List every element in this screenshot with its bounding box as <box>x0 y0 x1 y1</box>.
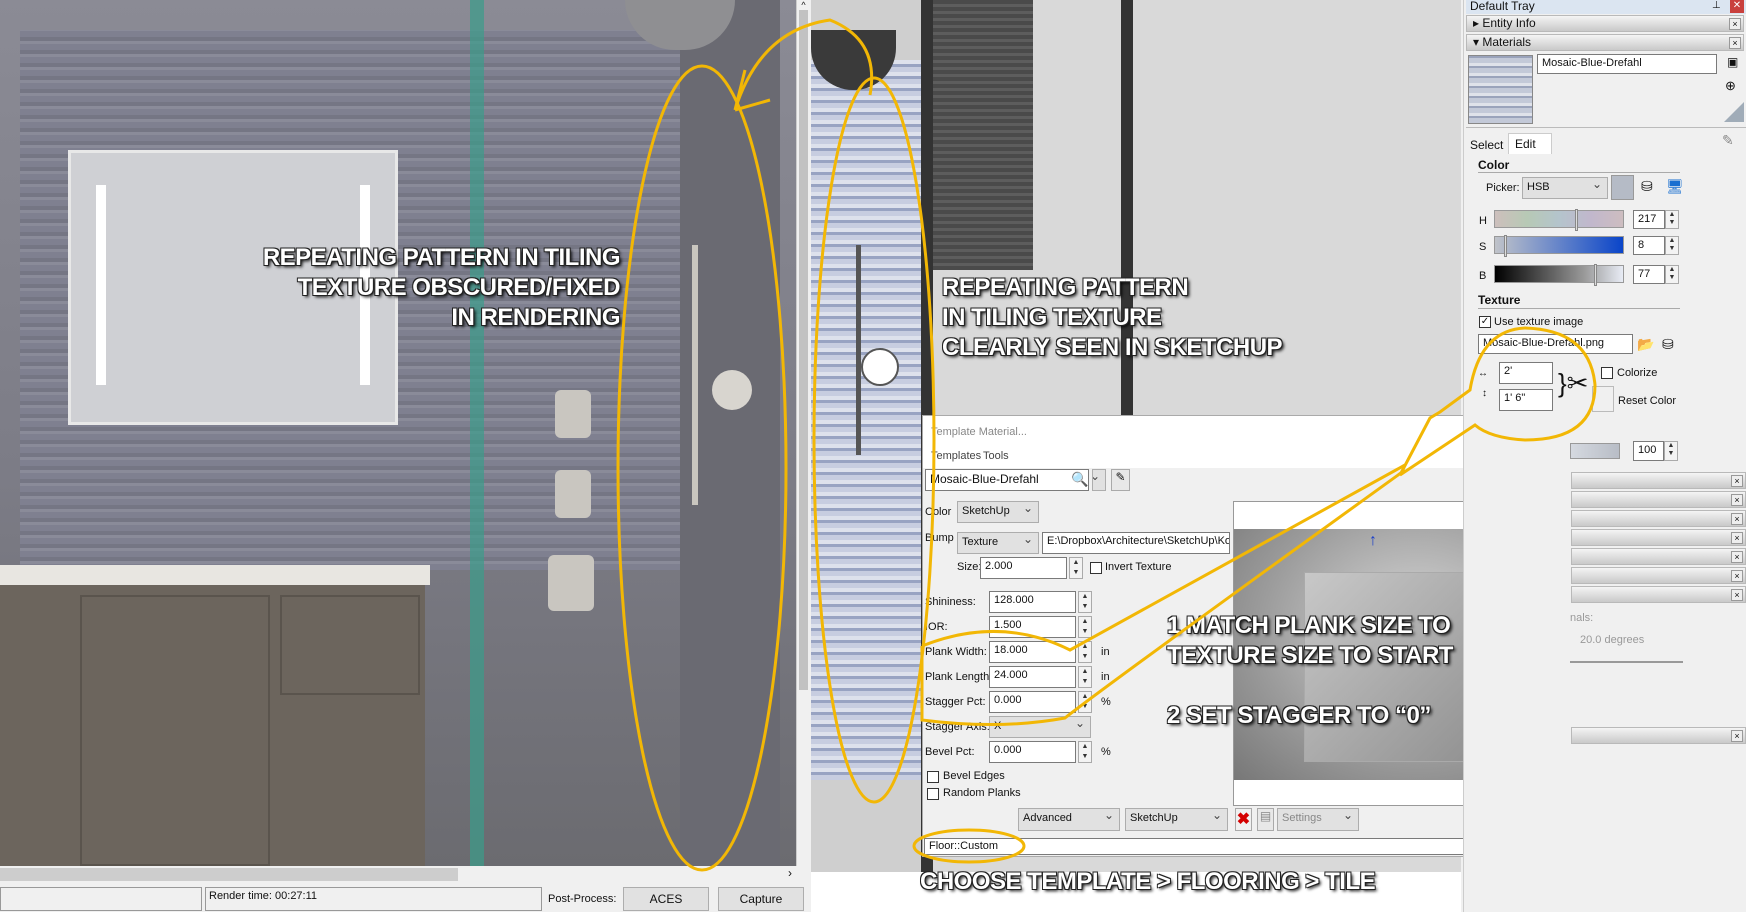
highlight-callout-tray <box>1398 326 1597 477</box>
highlight-ellipse-render <box>616 64 788 872</box>
highlight-arrow-top <box>733 18 874 112</box>
highlight-ellipse-floor <box>912 828 1026 864</box>
highlight-plank-width <box>920 463 1406 727</box>
highlight-overlay <box>616 18 1597 872</box>
highlight-ellipse-sketchup <box>812 76 936 804</box>
